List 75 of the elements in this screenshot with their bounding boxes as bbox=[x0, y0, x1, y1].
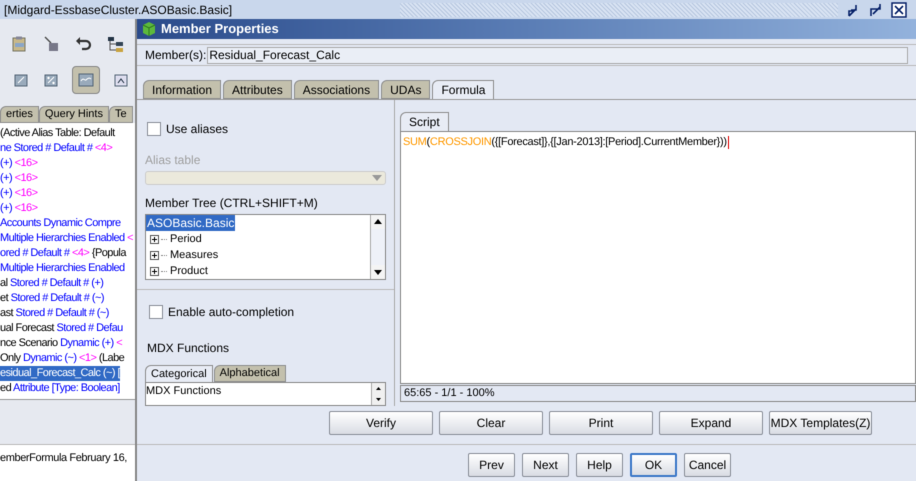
button[interactable]: Expand bbox=[659, 410, 763, 434]
close-icon[interactable] bbox=[890, 0, 908, 18]
tab[interactable]: Attributes bbox=[223, 80, 292, 99]
button[interactable]: MDX Templates(Z) bbox=[769, 410, 872, 434]
button[interactable]: Help bbox=[576, 453, 623, 477]
tilde-icon bbox=[78, 73, 94, 87]
outline-row[interactable]: al Stored # Default # (+) bbox=[0, 276, 104, 291]
scroll-down-icon[interactable] bbox=[372, 394, 385, 405]
formula-text: SUM(CROSSJOIN({[Forecast]},{[Jan-2013]:[Period].CurrentMember})) bbox=[403, 134, 729, 150]
outline-row[interactable]: Accounts Dynamic Compre bbox=[0, 216, 121, 231]
button[interactable]: Cancel bbox=[684, 453, 731, 477]
tab[interactable]: erties bbox=[0, 106, 39, 123]
tree-item[interactable]: Measures bbox=[169, 246, 220, 264]
tab[interactable]: Formula bbox=[432, 80, 494, 99]
tab[interactable]: Script bbox=[400, 112, 449, 131]
list-item[interactable]: MDX Functions bbox=[146, 383, 371, 400]
tree-item[interactable]: Period bbox=[169, 230, 203, 248]
undo-icon[interactable] bbox=[74, 35, 92, 53]
scrollbar[interactable] bbox=[370, 215, 385, 279]
button[interactable]: OK bbox=[630, 453, 677, 477]
tab[interactable]: Te bbox=[108, 106, 133, 123]
outline-row[interactable]: et Stored # Default # (~) bbox=[0, 291, 104, 306]
outline-row[interactable]: Multiple Hierarchies Enabled bbox=[0, 261, 125, 276]
expand-icon[interactable] bbox=[150, 234, 159, 244]
brush-icon[interactable] bbox=[42, 35, 60, 53]
checkbox-label: Enable auto-completion bbox=[168, 304, 294, 321]
outline-row[interactable]: Only Dynamic (~) <1> (Labe bbox=[0, 351, 124, 366]
outline-row[interactable]: ne Stored # Default # <4> bbox=[0, 141, 112, 156]
tab[interactable]: Alphabetical bbox=[214, 365, 286, 382]
checkbox[interactable] bbox=[147, 122, 161, 136]
checkbox[interactable] bbox=[149, 305, 163, 319]
member-field[interactable]: Residual_Forecast_Calc bbox=[207, 46, 908, 64]
status-text: emberFormula February 16, bbox=[0, 452, 127, 464]
outline-row[interactable]: ual Forecast Stored # Defau bbox=[0, 321, 123, 336]
clipboard-icon[interactable] bbox=[10, 35, 28, 53]
button[interactable]: Verify bbox=[329, 410, 433, 434]
hierarchy-icon[interactable] bbox=[106, 35, 124, 53]
editor-status: 65:65 - 1/1 - 100% bbox=[404, 386, 495, 402]
button[interactable]: Next bbox=[522, 453, 569, 477]
tab[interactable]: UDAs bbox=[381, 80, 430, 99]
expand-icon[interactable] bbox=[150, 266, 159, 276]
outline-row[interactable]: ast Stored # Default # (~) bbox=[0, 306, 109, 321]
tree-item[interactable]: Product bbox=[169, 262, 209, 279]
scroll-up-icon[interactable] bbox=[371, 215, 385, 229]
outline-row[interactable]: (Active Alias Table: Default bbox=[0, 126, 115, 141]
checkbox-label: Use aliases bbox=[166, 121, 228, 138]
button[interactable]: Print bbox=[549, 410, 653, 434]
section-label: MDX Functions bbox=[147, 340, 230, 357]
tab[interactable]: Information bbox=[143, 80, 222, 99]
field-label: Member(s): bbox=[145, 47, 206, 64]
outline-row[interactable]: ed Attribute [Type: Boolean] bbox=[0, 381, 120, 396]
button[interactable]: Prev bbox=[468, 453, 515, 477]
outline-row[interactable]: nce Scenario Dynamic (+) < bbox=[0, 336, 122, 351]
outline-row[interactable]: ored # Default # <4> {Popula bbox=[0, 246, 126, 261]
outline-row[interactable]: (+) <16> bbox=[0, 201, 38, 216]
scroll-down-icon[interactable] bbox=[371, 265, 385, 279]
tab[interactable]: Categorical bbox=[145, 365, 213, 382]
expand-icon[interactable] bbox=[150, 250, 159, 260]
outline-row[interactable]: Multiple Hierarchies Enabled < bbox=[0, 231, 133, 246]
field-label: Member Tree (CTRL+SHIFT+M) bbox=[145, 195, 319, 212]
tree-item[interactable]: ASOBasic.Basic bbox=[146, 215, 236, 231]
dropdown-arrow-icon bbox=[372, 175, 382, 181]
button[interactable]: Clear bbox=[439, 410, 543, 434]
dialog-title: Member Properties bbox=[161, 20, 279, 38]
tab[interactable]: Associations bbox=[294, 80, 380, 99]
outline-row[interactable]: (+) <16> bbox=[0, 171, 38, 186]
script-editor[interactable]: SUM(CROSSJOIN({[Forecast]},{[Jan-2013]:[Period].CurrentMember})) bbox=[400, 131, 916, 384]
outline-row[interactable]: (+) <16> bbox=[0, 156, 38, 171]
tilde-toggle-button[interactable] bbox=[72, 66, 100, 94]
outline-row[interactable]: (+) <16> bbox=[0, 186, 38, 201]
field-label: Alias table bbox=[145, 152, 202, 169]
tab[interactable]: Query Hints bbox=[38, 106, 109, 123]
scroll-up-icon[interactable] bbox=[372, 383, 385, 394]
cube-icon bbox=[141, 21, 157, 37]
window-title: [Midgard-EssbaseCluster.ASOBasic.Basic] bbox=[3, 2, 234, 18]
